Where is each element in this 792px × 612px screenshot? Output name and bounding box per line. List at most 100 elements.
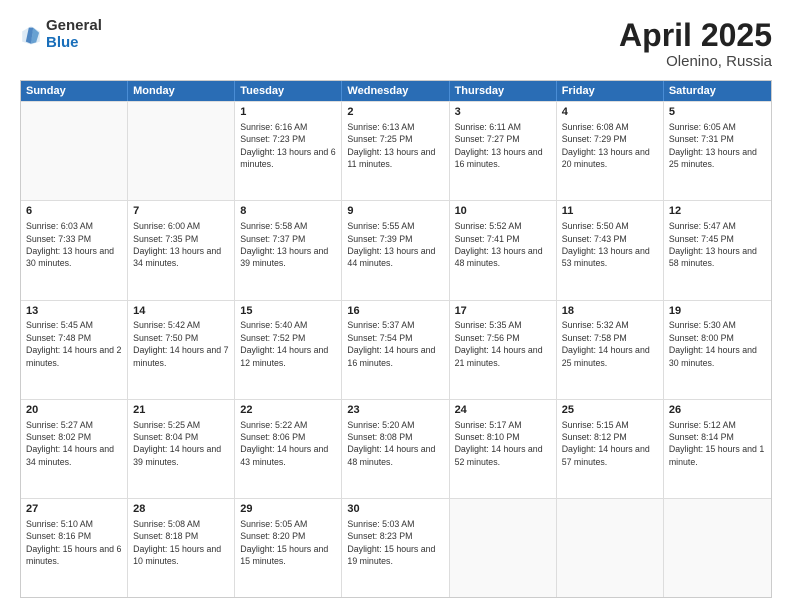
day-number: 13 [26,304,122,319]
calendar-cell: 28 Sunrise: 5:08 AM Sunset: 8:18 PM Dayli… [128,499,235,597]
day-detail: Sunrise: 5:55 AM Sunset: 7:39 PM Dayligh… [347,221,435,268]
calendar-cell: 27Sunrise: 5:10 AM Sunset: 8:16 PM Dayli… [21,499,128,597]
day-detail: Sunrise: 5:47 AM Sunset: 7:45 PM Dayligh… [669,221,757,268]
day-number: 3 [455,105,551,120]
day-detail: Sunrise: 6:16 AM Sunset: 7:23 PM Dayligh… [240,122,335,169]
calendar-row: 1 Sunrise: 6:16 AM Sunset: 7:23 PM Daylig… [21,101,771,200]
day-number: 8 [240,204,336,219]
calendar-cell: 8Sunrise: 5:58 AM Sunset: 7:37 PM Daylig… [235,201,342,299]
day-number: 1 [240,105,336,120]
day-detail: Sunrise: 5:25 AM Sunset: 8:04 PM Dayligh… [133,420,221,467]
calendar-cell: 6Sunrise: 6:03 AM Sunset: 7:33 PM Daylig… [21,201,128,299]
calendar-body: 1 Sunrise: 6:16 AM Sunset: 7:23 PM Daylig… [21,101,771,597]
calendar-cell: 26 Sunrise: 5:12 AM Sunset: 8:14 PM Dayli… [664,400,771,498]
cal-header-cell: Saturday [664,81,771,101]
day-number: 22 [240,403,336,418]
day-number: 9 [347,204,443,219]
day-number: 30 [347,502,443,517]
calendar-row: 27Sunrise: 5:10 AM Sunset: 8:16 PM Dayli… [21,498,771,597]
calendar-cell: 4Sunrise: 6:08 AM Sunset: 7:29 PM Daylig… [557,102,664,200]
day-detail: Sunrise: 5:12 AM Sunset: 8:14 PM Dayligh… [669,420,764,467]
calendar-cell: 15Sunrise: 5:40 AM Sunset: 7:52 PM Dayli… [235,301,342,399]
day-number: 23 [347,403,443,418]
day-detail: Sunrise: 6:03 AM Sunset: 7:33 PM Dayligh… [26,221,114,268]
day-detail: Sunrise: 5:40 AM Sunset: 7:52 PM Dayligh… [240,320,328,367]
calendar-cell: 2 Sunrise: 6:13 AM Sunset: 7:25 PM Daylig… [342,102,449,200]
day-detail: Sunrise: 5:08 AM Sunset: 8:18 PM Dayligh… [133,519,221,566]
day-detail: Sunrise: 5:50 AM Sunset: 7:43 PM Dayligh… [562,221,650,268]
calendar-cell [664,499,771,597]
day-detail: Sunrise: 5:30 AM Sunset: 8:00 PM Dayligh… [669,320,757,367]
calendar-row: 20Sunrise: 5:27 AM Sunset: 8:02 PM Dayli… [21,399,771,498]
calendar-cell: 16Sunrise: 5:37 AM Sunset: 7:54 PM Dayli… [342,301,449,399]
day-detail: Sunrise: 5:45 AM Sunset: 7:48 PM Dayligh… [26,320,121,367]
calendar-cell: 25Sunrise: 5:15 AM Sunset: 8:12 PM Dayli… [557,400,664,498]
day-number: 24 [455,403,551,418]
day-detail: Sunrise: 5:10 AM Sunset: 8:16 PM Dayligh… [26,519,121,566]
cal-header-cell: Tuesday [235,81,342,101]
day-number: 14 [133,304,229,319]
day-number: 16 [347,304,443,319]
calendar-row: 6Sunrise: 6:03 AM Sunset: 7:33 PM Daylig… [21,200,771,299]
calendar-cell: 1 Sunrise: 6:16 AM Sunset: 7:23 PM Daylig… [235,102,342,200]
day-number: 19 [669,304,766,319]
logo-icon [20,24,42,46]
logo-blue: Blue [46,35,102,52]
day-detail: Sunrise: 5:35 AM Sunset: 7:56 PM Dayligh… [455,320,543,367]
cal-header-cell: Wednesday [342,81,449,101]
day-detail: Sunrise: 6:13 AM Sunset: 7:25 PM Dayligh… [347,122,435,169]
calendar-cell: 14Sunrise: 5:42 AM Sunset: 7:50 PM Dayli… [128,301,235,399]
cal-header-cell: Friday [557,81,664,101]
calendar-cell: 7 Sunrise: 6:00 AM Sunset: 7:35 PM Daylig… [128,201,235,299]
day-detail: Sunrise: 5:52 AM Sunset: 7:41 PM Dayligh… [455,221,543,268]
title-month: April 2025 [619,18,772,53]
day-number: 28 [133,502,229,517]
calendar-cell: 9 Sunrise: 5:55 AM Sunset: 7:39 PM Daylig… [342,201,449,299]
day-number: 7 [133,204,229,219]
calendar-cell [557,499,664,597]
calendar-cell: 13Sunrise: 5:45 AM Sunset: 7:48 PM Dayli… [21,301,128,399]
day-number: 29 [240,502,336,517]
calendar-cell: 3Sunrise: 6:11 AM Sunset: 7:27 PM Daylig… [450,102,557,200]
calendar-cell: 11 Sunrise: 5:50 AM Sunset: 7:43 PM Dayli… [557,201,664,299]
day-number: 11 [562,204,658,219]
calendar-cell: 30Sunrise: 5:03 AM Sunset: 8:23 PM Dayli… [342,499,449,597]
day-detail: Sunrise: 5:37 AM Sunset: 7:54 PM Dayligh… [347,320,435,367]
calendar-header-row: SundayMondayTuesdayWednesdayThursdayFrid… [21,81,771,101]
calendar-cell: 29Sunrise: 5:05 AM Sunset: 8:20 PM Dayli… [235,499,342,597]
day-number: 26 [669,403,766,418]
day-number: 18 [562,304,658,319]
day-number: 2 [347,105,443,120]
day-number: 10 [455,204,551,219]
calendar-cell: 22 Sunrise: 5:22 AM Sunset: 8:06 PM Dayli… [235,400,342,498]
title-location: Olenino, Russia [619,53,772,70]
calendar-cell: 18Sunrise: 5:32 AM Sunset: 7:58 PM Dayli… [557,301,664,399]
calendar-cell: 21 Sunrise: 5:25 AM Sunset: 8:04 PM Dayli… [128,400,235,498]
calendar-cell [21,102,128,200]
day-number: 12 [669,204,766,219]
calendar-cell [128,102,235,200]
day-number: 15 [240,304,336,319]
day-number: 5 [669,105,766,120]
day-detail: Sunrise: 5:20 AM Sunset: 8:08 PM Dayligh… [347,420,435,467]
page: General Blue April 2025 Olenino, Russia … [0,0,792,612]
calendar-cell: 17Sunrise: 5:35 AM Sunset: 7:56 PM Dayli… [450,301,557,399]
calendar-cell: 10 Sunrise: 5:52 AM Sunset: 7:41 PM Dayli… [450,201,557,299]
day-detail: Sunrise: 5:22 AM Sunset: 8:06 PM Dayligh… [240,420,328,467]
calendar-cell: 19Sunrise: 5:30 AM Sunset: 8:00 PM Dayli… [664,301,771,399]
day-number: 20 [26,403,122,418]
day-detail: Sunrise: 5:42 AM Sunset: 7:50 PM Dayligh… [133,320,228,367]
day-number: 21 [133,403,229,418]
day-detail: Sunrise: 5:15 AM Sunset: 8:12 PM Dayligh… [562,420,650,467]
cal-header-cell: Thursday [450,81,557,101]
day-number: 4 [562,105,658,120]
day-number: 17 [455,304,551,319]
day-detail: Sunrise: 6:00 AM Sunset: 7:35 PM Dayligh… [133,221,221,268]
logo-text: General Blue [46,18,102,51]
cal-header-cell: Sunday [21,81,128,101]
calendar-cell: 20Sunrise: 5:27 AM Sunset: 8:02 PM Dayli… [21,400,128,498]
calendar-cell: 12 Sunrise: 5:47 AM Sunset: 7:45 PM Dayli… [664,201,771,299]
calendar-row: 13Sunrise: 5:45 AM Sunset: 7:48 PM Dayli… [21,300,771,399]
day-detail: Sunrise: 5:17 AM Sunset: 8:10 PM Dayligh… [455,420,543,467]
title-block: April 2025 Olenino, Russia [619,18,772,70]
